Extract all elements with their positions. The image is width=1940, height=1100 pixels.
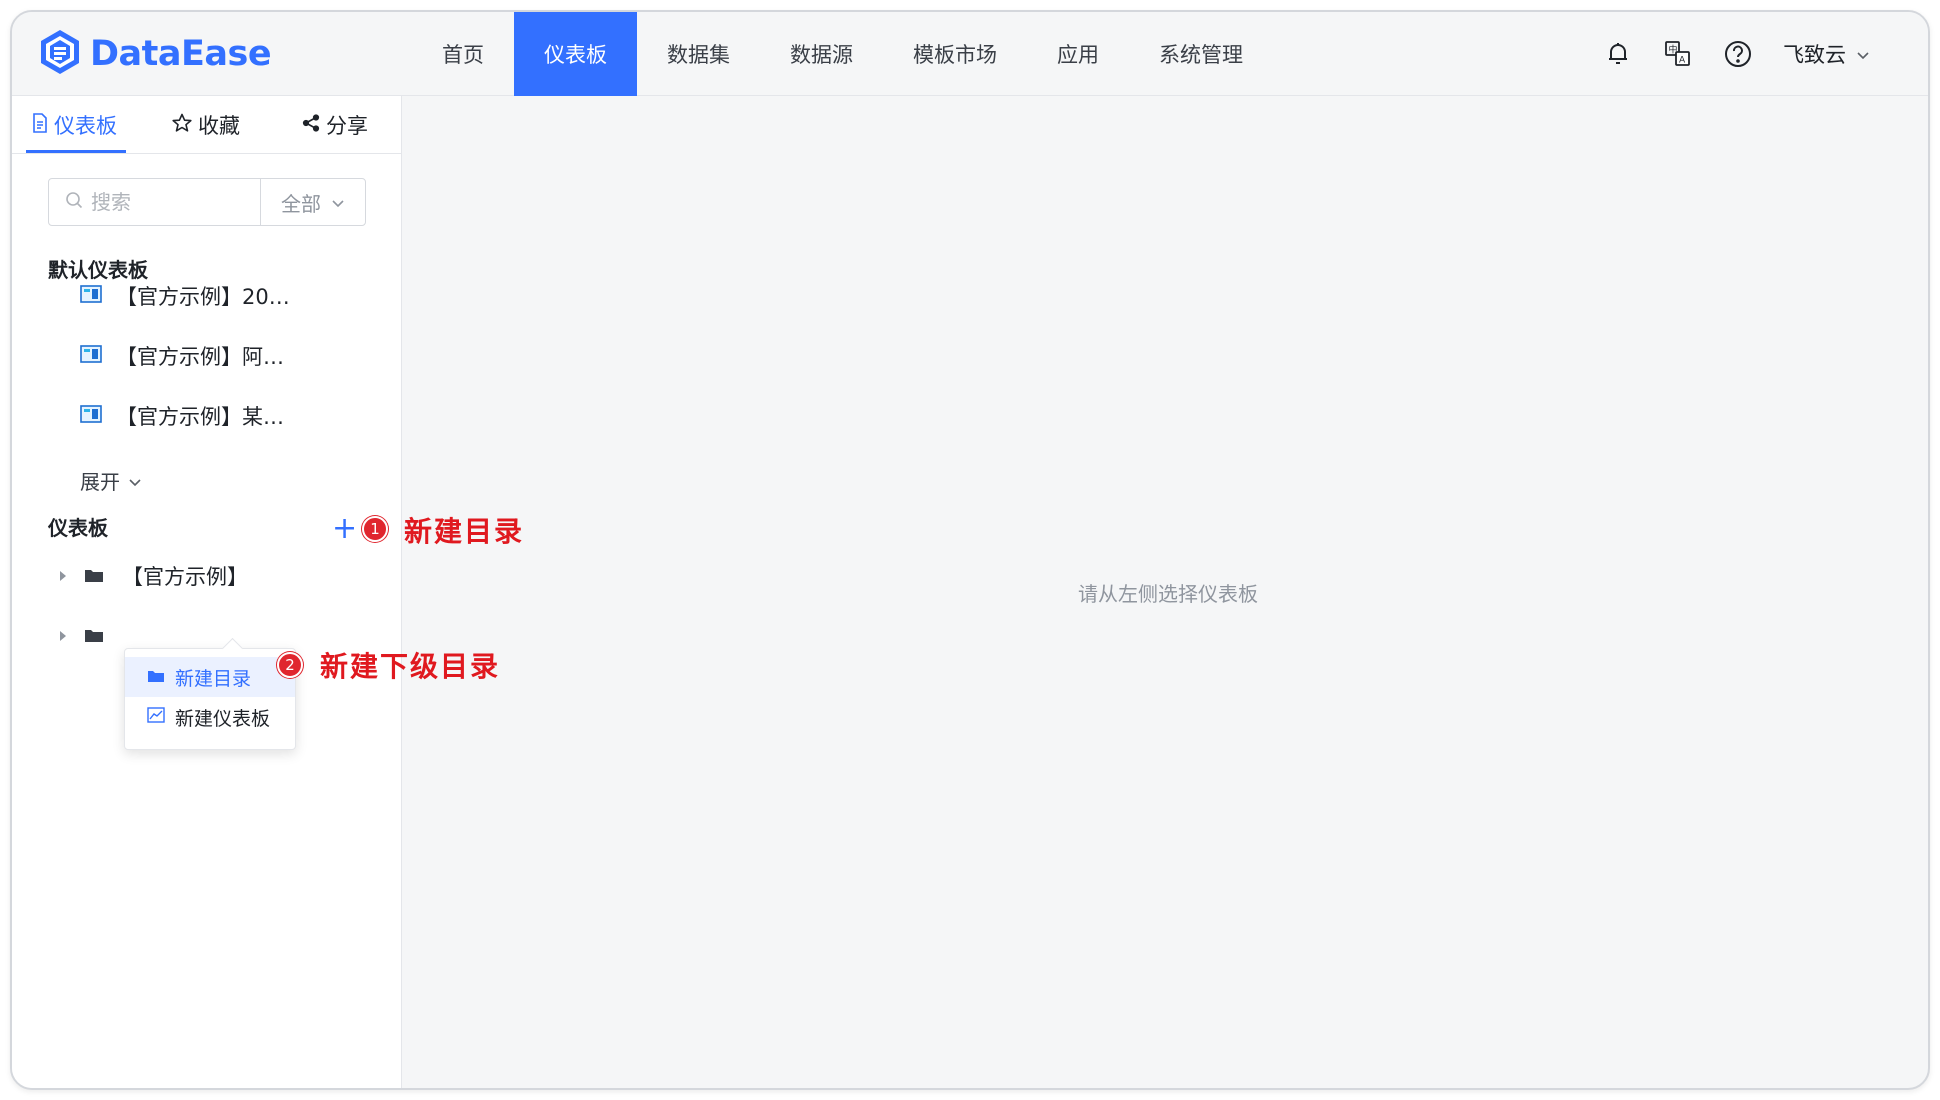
sidebar-tabs: 仪表板 收藏 分享 (12, 96, 401, 154)
empty-state-text: 请从左侧选择仪表板 (1078, 582, 1258, 606)
logo[interactable]: DataEase (36, 26, 272, 82)
folder-icon (84, 624, 104, 648)
context-menu: 新建目录 新建仪表板 (124, 648, 296, 750)
document-icon (32, 112, 48, 138)
chevron-down-icon (1856, 42, 1870, 66)
tab-share[interactable]: 分享 (302, 96, 368, 154)
user-name: 飞致云 (1783, 43, 1846, 67)
caret-right-icon[interactable] (60, 631, 66, 641)
nav-system-admin[interactable]: 系统管理 (1129, 12, 1273, 96)
search-box: 全部 (48, 178, 366, 226)
expand-label: 展开 (80, 470, 120, 494)
user-menu[interactable]: 飞致云 (1783, 39, 1870, 69)
folder-icon (84, 564, 104, 588)
screen-icon (80, 284, 102, 308)
menu-item-label: 新建仪表板 (175, 707, 271, 730)
tab-dashboard[interactable]: 仪表板 (32, 96, 117, 154)
tab-label: 仪表板 (54, 114, 117, 138)
dashboard-item-label: 【官方示例】某… (116, 405, 284, 429)
caret-right-icon[interactable] (60, 571, 66, 581)
tree-folder-row[interactable]: 【官方示例】 (60, 556, 248, 596)
nav-dashboard[interactable]: 仪表板 (514, 12, 637, 96)
star-icon (172, 113, 192, 138)
screen-icon (80, 404, 102, 428)
header-tools: 中 A 飞致云 (1603, 12, 1870, 96)
logo-text: DataEase (90, 34, 272, 74)
annotation-badge-2: 2 (277, 652, 303, 678)
bell-icon[interactable] (1603, 39, 1633, 69)
tree-folder-row[interactable] (60, 616, 122, 656)
folder-icon (147, 666, 165, 688)
search-filter-select[interactable]: 全部 (261, 179, 365, 225)
nav-template-market[interactable]: 模板市场 (883, 12, 1027, 96)
top-bar: DataEase 首页 仪表板 数据集 数据源 模板市场 应用 系统管理 中 A… (12, 12, 1928, 96)
folder-label: 【官方示例】 (122, 565, 248, 589)
sidebar: 仪表板 收藏 分享 搜索 全部 默认仪表板 【官方示例】20… 【官方示例】阿…… (12, 96, 402, 1088)
dashboard-section-title: 仪表板 (48, 516, 108, 540)
share-icon (302, 113, 320, 137)
annotation-badge-1: 1 (362, 516, 388, 542)
dashboard-item-label: 【官方示例】20… (116, 285, 290, 309)
default-dashboard-item[interactable]: 【官方示例】某… (80, 396, 284, 436)
nav-datasource[interactable]: 数据源 (760, 12, 883, 96)
annotation-text-2: 新建下级目录 (320, 650, 501, 683)
translate-icon[interactable]: 中 A (1663, 39, 1693, 69)
chart-icon (147, 706, 165, 728)
tab-label: 分享 (326, 114, 368, 138)
search-icon (65, 191, 83, 213)
tab-label: 收藏 (198, 114, 240, 138)
plus-icon[interactable]: + (332, 514, 357, 544)
help-icon[interactable] (1723, 39, 1753, 69)
screen-icon (80, 344, 102, 368)
menu-item-label: 新建目录 (175, 667, 252, 690)
chevron-down-icon (128, 469, 142, 493)
svg-text:A: A (1679, 56, 1686, 66)
annotation-text-1: 新建目录 (404, 515, 525, 548)
dashboard-item-label: 【官方示例】阿… (116, 345, 284, 369)
chevron-down-icon (331, 190, 345, 214)
menu-item-new-dashboard[interactable]: 新建仪表板 (125, 697, 295, 737)
tab-favorites[interactable]: 收藏 (172, 96, 240, 154)
active-tab-indicator (26, 150, 126, 153)
app-window: DataEase 首页 仪表板 数据集 数据源 模板市场 应用 系统管理 中 A… (10, 10, 1930, 1090)
menu-item-new-folder[interactable]: 新建目录 (125, 657, 295, 697)
expand-toggle[interactable]: 展开 (80, 466, 142, 495)
filter-value: 全部 (281, 191, 321, 216)
nav-dataset[interactable]: 数据集 (637, 12, 760, 96)
default-dashboard-item[interactable]: 【官方示例】20… (80, 276, 290, 316)
nav-apps[interactable]: 应用 (1027, 12, 1129, 96)
default-dashboard-item[interactable]: 【官方示例】阿… (80, 336, 284, 376)
main-nav: 首页 仪表板 数据集 数据源 模板市场 应用 系统管理 (412, 12, 1273, 96)
nav-home[interactable]: 首页 (412, 12, 514, 96)
search-field[interactable] (49, 179, 261, 225)
search-input[interactable] (91, 190, 241, 214)
dataease-logo-icon (36, 28, 84, 80)
